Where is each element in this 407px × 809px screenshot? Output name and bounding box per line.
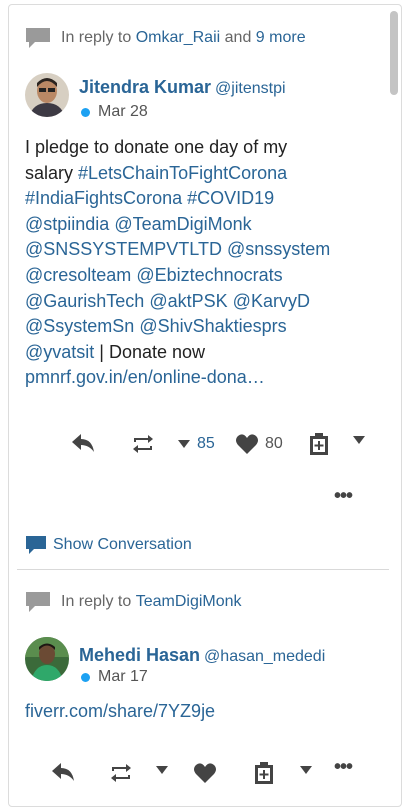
reply-arrow-icon: [72, 434, 94, 452]
text-link[interactable]: @SsystemSn: [25, 316, 134, 336]
text-line: salary #LetsChainToFightCorona: [25, 161, 380, 187]
retweet-icon: [111, 764, 131, 782]
text-line: #IndiaFightsCorona #COVID19: [25, 186, 380, 212]
text-segment: | Donate now: [94, 341, 206, 362]
like-button[interactable]: [193, 762, 217, 784]
reply-user-link[interactable]: TeamDigiMonk: [136, 593, 242, 611]
reply-arrow-icon: [52, 763, 74, 781]
author-handle[interactable]: @hasan_mededi: [204, 648, 325, 665]
text-segment: I pledge to donate one day of my: [25, 137, 288, 157]
heart-icon: [194, 763, 216, 783]
more-dots-icon[interactable]: •••: [334, 756, 353, 779]
author-name[interactable]: Mehedi Hasan: [79, 645, 200, 665]
avatar[interactable]: [25, 637, 69, 681]
text-link[interactable]: @ShivShaktiesprs: [139, 316, 286, 336]
text-line: fiverr.com/share/7YZ9je: [25, 699, 380, 725]
caret-down-icon: [300, 766, 312, 774]
show-conversation-link[interactable]: Show Conversation: [25, 535, 192, 555]
like-button[interactable]: 80: [235, 433, 283, 455]
reply-bubble-icon: [26, 28, 50, 48]
text-link[interactable]: @TeamDigiMonk: [114, 214, 251, 234]
text-line: @SsystemSn @ShivShaktiesprs: [25, 314, 380, 340]
date-row: Mar 17: [79, 668, 148, 686]
unread-dot: [81, 107, 90, 117]
caret-down-icon: [178, 440, 190, 448]
text-link[interactable]: @stpiindia: [25, 214, 109, 234]
tweet-actions: 85 80: [9, 433, 389, 463]
retweet-menu[interactable]: [155, 765, 169, 775]
reply-and: and: [224, 29, 252, 46]
reply-prefix: In reply to: [61, 29, 132, 46]
text-link[interactable]: @cresolteam: [25, 265, 131, 285]
text-link[interactable]: fiverr.com/share/7YZ9je: [25, 701, 215, 721]
reply-bubble-icon: [26, 592, 50, 612]
text-link[interactable]: pmnrf.gov.in/en/online-dona…: [25, 367, 265, 387]
caret-down-icon: [353, 436, 365, 444]
author-line: Mehedi Hasan @hasan_mededi: [79, 645, 325, 666]
reply-button[interactable]: [71, 433, 95, 453]
bookmark-plus-icon: [255, 762, 273, 784]
text-line: @SNSSYSTEMPVTLTD @snssystem: [25, 237, 380, 263]
text-link[interactable]: @Ebiztechnocrats: [136, 265, 282, 285]
tweet-menu[interactable]: [299, 765, 313, 775]
caret-down-icon: [156, 766, 168, 774]
tweet-date[interactable]: Mar 17: [98, 668, 148, 686]
show-conversation-label: Show Conversation: [53, 536, 192, 553]
timeline-panel: In reply to Omkar_Raii and 9 more Jitend…: [8, 4, 402, 807]
text-segment: salary: [25, 162, 79, 183]
text-link[interactable]: @aktPSK: [149, 291, 227, 311]
text-line: @stpiindia @TeamDigiMonk: [25, 212, 380, 238]
unread-dot: [81, 672, 90, 682]
bookmark-button[interactable]: [308, 432, 330, 456]
tweet-menu[interactable]: [352, 435, 366, 445]
text-link[interactable]: @snssystem: [227, 239, 330, 259]
text-line: @GaurishTech @aktPSK @KarvyD: [25, 289, 380, 315]
conversation-bubble-icon: [26, 536, 46, 554]
text-line: I pledge to donate one day of my: [25, 135, 380, 161]
avatar[interactable]: [25, 73, 69, 117]
reply-prefix: In reply to: [61, 593, 132, 610]
bookmark-button[interactable]: [253, 761, 275, 785]
text-link[interactable]: #IndiaFightsCorona: [25, 188, 182, 208]
retweet-button[interactable]: [109, 762, 133, 784]
text-link[interactable]: @KarvyD: [233, 291, 310, 311]
divider: [17, 569, 389, 570]
like-count: 80: [265, 435, 283, 452]
heart-icon: [236, 434, 258, 454]
text-line: pmnrf.gov.in/en/online-dona…: [25, 365, 380, 391]
text-link[interactable]: @GaurishTech: [25, 291, 144, 311]
reply-more-link[interactable]: 9 more: [256, 29, 306, 47]
retweet-button[interactable]: [131, 433, 155, 455]
bookmark-plus-icon: [310, 433, 328, 455]
tweet-text: I pledge to donate one day of my salary #…: [25, 135, 380, 391]
retweet-count: 85: [197, 435, 215, 452]
text-link[interactable]: @SNSSYSTEMPVTLTD: [25, 239, 222, 259]
date-row: Mar 28: [79, 103, 148, 121]
tweet-text: fiverr.com/share/7YZ9je: [25, 699, 380, 725]
author-name[interactable]: Jitendra Kumar: [79, 77, 211, 97]
tweet-actions: •••: [9, 756, 389, 792]
reply-context: In reply to TeamDigiMonk: [25, 591, 242, 613]
tweet-date[interactable]: Mar 28: [98, 103, 148, 121]
text-link[interactable]: @yvatsit: [25, 342, 94, 362]
text-line: @cresolteam @Ebiztechnocrats: [25, 263, 380, 289]
author-line: Jitendra Kumar @jitenstpi: [79, 77, 286, 98]
more-dots-icon[interactable]: •••: [334, 485, 353, 508]
text-link[interactable]: #LetsChainToFightCorona: [78, 163, 287, 183]
retweet-menu[interactable]: 85: [177, 435, 215, 453]
author-handle[interactable]: @jitenstpi: [215, 80, 286, 97]
scrollbar[interactable]: [390, 11, 398, 95]
text-link[interactable]: #COVID19: [187, 188, 274, 208]
reply-context: In reply to Omkar_Raii and 9 more: [25, 27, 306, 49]
retweet-icon: [133, 435, 153, 453]
text-line: @yvatsit | Donate now: [25, 340, 380, 366]
reply-user-link[interactable]: Omkar_Raii: [136, 29, 220, 47]
reply-button[interactable]: [51, 762, 75, 782]
